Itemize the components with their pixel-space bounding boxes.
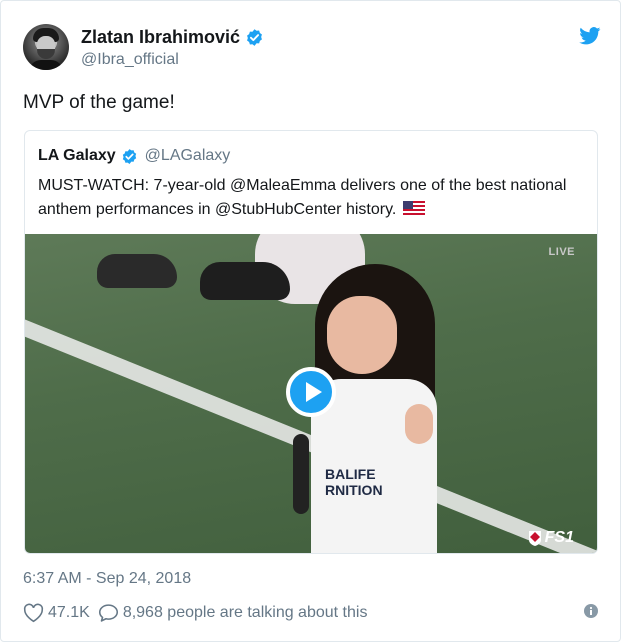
author-name-row[interactable]: Zlatan Ibrahimović	[81, 26, 264, 48]
tweet-header: Zlatan Ibrahimović @Ibra_official	[23, 23, 601, 77]
video-player[interactable]: BALIFE RNITION LIVE FS1	[25, 234, 597, 553]
info-icon[interactable]	[584, 604, 598, 618]
reply-bubble-icon[interactable]	[98, 603, 119, 623]
player-shoe	[200, 262, 290, 300]
network-logo: FS1	[528, 528, 574, 548]
play-button[interactable]	[286, 367, 336, 417]
microphone	[293, 434, 309, 514]
avatar[interactable]	[23, 24, 69, 70]
verified-icon	[122, 148, 136, 164]
author-handle[interactable]: @Ibra_official	[81, 51, 179, 69]
live-label: LIVE	[548, 246, 575, 258]
avatar-beard	[37, 49, 55, 59]
quoted-handle[interactable]: @LAGalaxy	[145, 147, 231, 165]
verified-icon	[247, 28, 262, 46]
us-flag-icon	[402, 201, 425, 216]
like-count[interactable]: 47.1K	[48, 604, 90, 622]
quoted-tweet[interactable]: LA Galaxy @LAGalaxy MUST-WATCH: 7-year-o…	[24, 130, 598, 554]
player-shoe	[97, 254, 177, 288]
quoted-display-name[interactable]: LA Galaxy	[38, 147, 116, 165]
embedded-tweet-card: Zlatan Ibrahimović @Ibra_official MVP of…	[0, 0, 621, 642]
play-icon	[305, 382, 322, 402]
twitter-bird-icon[interactable]	[579, 27, 601, 45]
author-display-name[interactable]: Zlatan Ibrahimović	[81, 27, 240, 48]
network-label: FS1	[544, 529, 574, 546]
tweet-actions: 47.1K 8,968 people are talking about thi…	[23, 601, 367, 625]
heart-icon[interactable]	[23, 603, 44, 623]
quoted-tweet-header: LA Galaxy @LAGalaxy	[38, 146, 230, 166]
tweet-text: MVP of the game!	[23, 92, 175, 113]
girl-hand	[405, 404, 433, 444]
avatar-body	[29, 60, 63, 70]
quoted-tweet-text: MUST-WATCH: 7-year-old @MaleaEmma delive…	[38, 174, 586, 222]
mls-logo-icon	[528, 531, 541, 546]
conversation-link[interactable]: 8,968 people are talking about this	[123, 604, 368, 622]
tweet-timestamp[interactable]: 6:37 AM - Sep 24, 2018	[23, 570, 191, 588]
quoted-text-body: MUST-WATCH: 7-year-old @MaleaEmma delive…	[38, 177, 567, 218]
jersey-sponsor-text: BALIFE RNITION	[325, 466, 383, 498]
girl-face	[327, 296, 397, 374]
